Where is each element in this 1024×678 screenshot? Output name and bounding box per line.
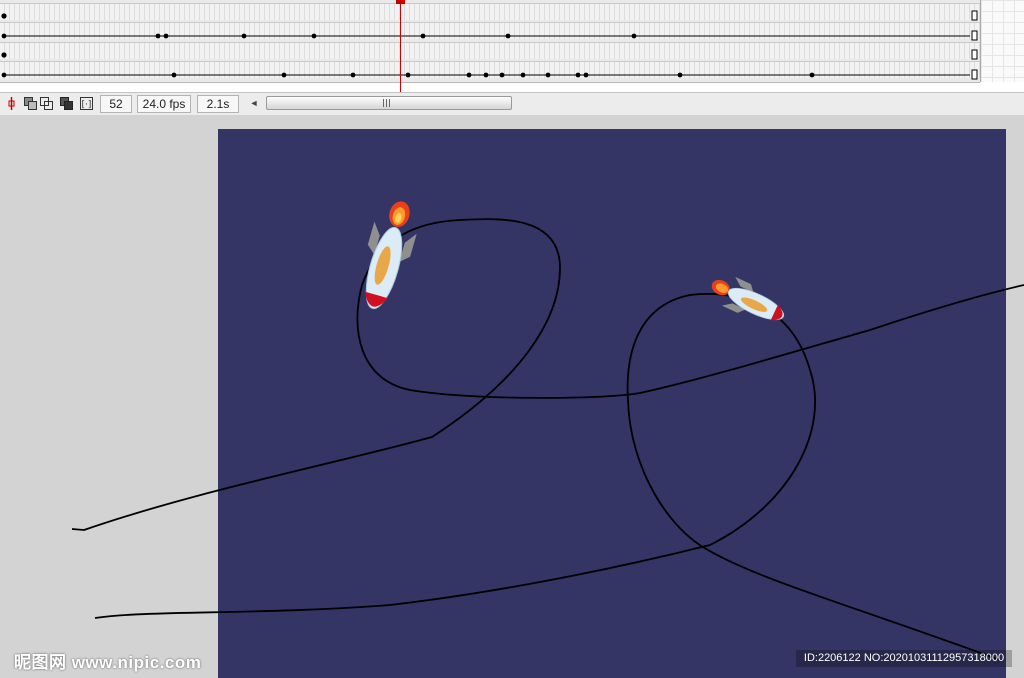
motion-path (71, 218, 1024, 531)
watermark-brand: 昵图网 www.nipic.com (14, 653, 202, 672)
rocket-sprite (711, 276, 785, 321)
watermark-image-id: ID:2206122 NO:20201031112957318000 (796, 650, 1012, 667)
motion-path (94, 293, 1001, 661)
stage-artwork (71, 201, 1024, 661)
rocket-flame-icon (389, 201, 410, 227)
rocket-sprite (364, 201, 417, 310)
